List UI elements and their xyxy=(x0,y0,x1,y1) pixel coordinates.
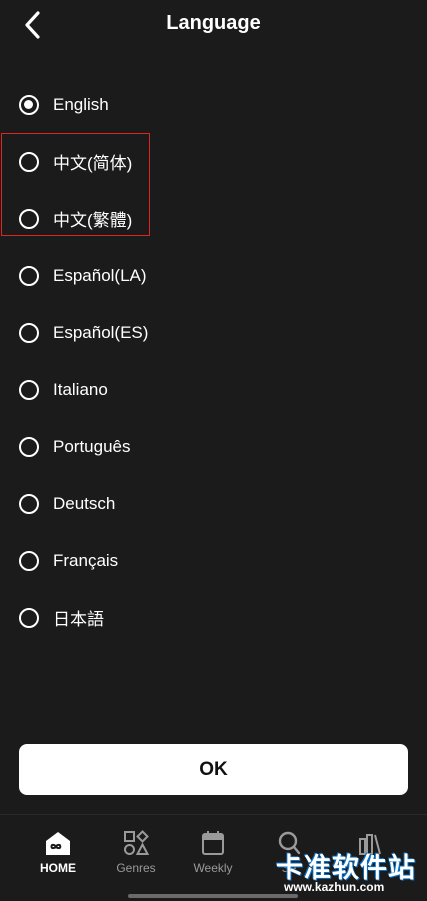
radio-button[interactable] xyxy=(19,607,39,628)
radio-button[interactable] xyxy=(19,208,39,229)
nav-label-genres: Genres xyxy=(116,861,156,875)
nav-item-library[interactable] xyxy=(335,829,405,861)
page-title: Language xyxy=(166,12,261,34)
radio-button[interactable] xyxy=(19,322,39,343)
radio-button[interactable] xyxy=(19,265,39,286)
radio-button[interactable] xyxy=(19,550,39,571)
language-label: Português xyxy=(53,436,131,456)
radio-button[interactable] xyxy=(19,436,39,457)
nav-item-genres[interactable]: Genres xyxy=(101,829,171,875)
nav-item-home[interactable]: HOME xyxy=(23,829,93,875)
language-option-spanish-la[interactable]: Español(LA) xyxy=(0,247,427,304)
language-option-italian[interactable]: Italiano xyxy=(0,361,427,418)
header-bar: Language xyxy=(0,0,427,50)
nav-label-home: HOME xyxy=(40,861,76,875)
language-label: Français xyxy=(53,550,119,570)
language-option-chinese-traditional[interactable]: 中文(繁體) xyxy=(0,190,427,247)
language-label: Español(LA) xyxy=(53,265,147,285)
library-icon xyxy=(359,834,381,855)
search-icon xyxy=(278,831,301,855)
ok-button[interactable]: OK xyxy=(19,744,408,795)
radio-button[interactable] xyxy=(19,379,39,400)
radio-button[interactable] xyxy=(19,151,39,172)
nav-item-weekly[interactable]: Weekly xyxy=(178,829,248,875)
nav-item-search[interactable]: Se xyxy=(254,829,324,875)
language-label: Deutsch xyxy=(53,493,116,513)
language-label: 日本語 xyxy=(53,610,104,629)
language-label: 中文(简体) xyxy=(53,154,133,173)
language-option-spanish-es[interactable]: Español(ES) xyxy=(0,304,427,361)
language-option-portuguese[interactable]: Português xyxy=(0,418,427,475)
language-list: English 中文(简体) 中文(繁體) Español(LA) Españo… xyxy=(0,76,427,646)
language-label: Español(ES) xyxy=(53,322,149,342)
language-option-japanese[interactable]: 日本語 xyxy=(0,589,427,646)
nav-label-search: Se xyxy=(281,861,297,875)
language-option-french[interactable]: Français xyxy=(0,532,427,589)
language-label: 中文(繁體) xyxy=(53,211,133,230)
nav-label-weekly: Weekly xyxy=(193,861,233,875)
calendar-icon xyxy=(202,831,224,855)
home-indicator xyxy=(128,894,298,898)
language-option-english[interactable]: English xyxy=(0,76,427,133)
language-label: English xyxy=(53,94,109,114)
language-option-german[interactable]: Deutsch xyxy=(0,475,427,532)
language-option-chinese-simplified[interactable]: 中文(简体) xyxy=(0,133,427,190)
bottom-navigation: HOME Genres Weekly Se xyxy=(0,814,427,901)
home-icon xyxy=(46,832,70,855)
radio-button-selected[interactable] xyxy=(19,94,39,115)
language-label: Italiano xyxy=(53,379,108,399)
genres-icon xyxy=(124,830,150,855)
radio-button[interactable] xyxy=(19,493,39,514)
